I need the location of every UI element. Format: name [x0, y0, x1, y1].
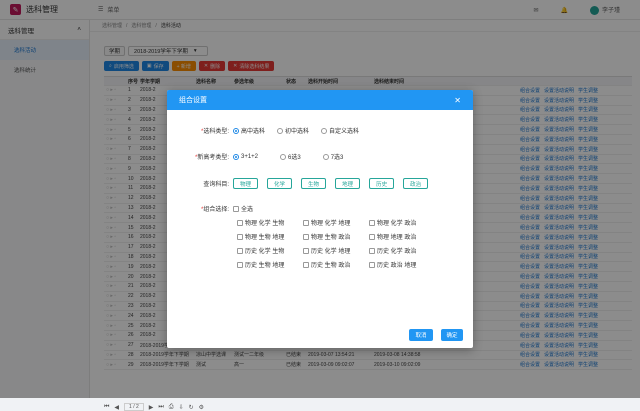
combo-label: 物理 化学 地理	[311, 221, 351, 227]
checkbox-icon	[237, 261, 243, 268]
selection-type-row: *选科类型: 高中选科 初中选科 自定义选科	[167, 126, 371, 135]
combo-checkbox[interactable]: 历史 化学 政治	[369, 246, 416, 255]
radio-checked-icon	[233, 153, 239, 160]
combo-label: 物理 化学 生物	[245, 221, 285, 227]
page-total: 2	[135, 404, 139, 410]
radio-custom[interactable]: 自定义选科	[321, 126, 359, 135]
radio-3-1-2[interactable]: 3+1+2	[233, 153, 259, 160]
combo-checkbox[interactable]: 物理 地理 政治	[369, 232, 416, 241]
combo-label: 历史 化学 生物	[245, 249, 285, 255]
checkbox-icon	[369, 219, 375, 226]
close-icon[interactable]: ✕	[454, 96, 461, 105]
combo-checkbox[interactable]: 历史 政治 地理	[369, 260, 416, 269]
dialog-title: 组合设置	[179, 97, 207, 104]
prev-page-icon[interactable]: ◀	[114, 404, 119, 411]
radio-icon	[321, 127, 328, 134]
subject-history[interactable]: 历史	[369, 178, 395, 189]
next-page-icon[interactable]: ▶	[149, 404, 154, 411]
subject-biology[interactable]: 生物	[301, 178, 327, 189]
combo-label: 历史 生物 政治	[311, 263, 351, 269]
subject-label: 查询科目:	[203, 182, 229, 188]
combo-row: *组合选择: 全选	[167, 204, 265, 213]
pagination: ⏮ ◀ 1 / 2 ▶ ⏭ ⎙ ⇩ ↻ ⚙	[104, 403, 204, 411]
combo-checkbox[interactable]: 历史 化学 生物	[237, 246, 284, 255]
subject-row: 查询科目: 物理 化学 生物 地理 历史 政治	[167, 178, 437, 189]
subject-physics[interactable]: 物理	[233, 178, 259, 189]
cancel-button[interactable]: 取消	[409, 329, 433, 341]
subject-politics[interactable]: 政治	[403, 178, 429, 189]
subject-geography[interactable]: 地理	[335, 178, 361, 189]
combo-checkbox[interactable]: 历史 生物 地理	[237, 260, 284, 269]
confirm-button[interactable]: 确定	[441, 329, 463, 341]
checkbox-icon	[303, 219, 309, 226]
combo-checkbox[interactable]: 物理 化学 生物	[237, 218, 284, 227]
refresh-icon[interactable]: ↻	[189, 404, 194, 411]
radio-7-choose-3[interactable]: 7选3	[322, 152, 344, 161]
combo-checkbox[interactable]: 物理 化学 政治	[369, 218, 416, 227]
radio-middle-school[interactable]: 初中选科	[277, 126, 309, 135]
print-icon[interactable]: ⎙	[169, 404, 174, 411]
page-number: 1	[129, 404, 132, 410]
checkbox-icon	[237, 247, 243, 254]
radio-label: 初中选科	[285, 129, 310, 135]
checkbox-icon	[369, 233, 375, 240]
checkbox-icon	[233, 205, 239, 212]
radio-icon	[322, 153, 329, 160]
page-input[interactable]: 1 / 2	[124, 403, 144, 411]
checkbox-icon	[237, 233, 243, 240]
subject-chemistry[interactable]: 化学	[267, 178, 293, 189]
radio-label: 自定义选科	[329, 129, 360, 135]
combo-checkbox[interactable]: 物理 生物 政治	[303, 232, 350, 241]
combo-label: 物理 地理 政治	[377, 235, 417, 241]
first-page-icon[interactable]: ⏮	[104, 404, 109, 411]
combo-label: 物理 化学 政治	[377, 221, 417, 227]
combo-label: 历史 化学 政治	[377, 249, 417, 255]
radio-icon	[277, 127, 284, 134]
radio-label: 高中选科	[241, 129, 266, 135]
combo-label: *组合选择:	[200, 207, 229, 213]
checkbox-icon	[303, 247, 309, 254]
combo-checkbox[interactable]: 物理 生物 地理	[237, 232, 284, 241]
selection-type-label: *选科类型:	[200, 129, 229, 135]
export-icon[interactable]: ⇩	[179, 404, 184, 411]
checkbox-icon	[369, 261, 375, 268]
radio-high-school[interactable]: 高中选科	[233, 126, 265, 135]
combo-checkbox[interactable]: 历史 化学 地理	[303, 246, 350, 255]
select-all-label: 全选	[241, 207, 254, 213]
exam-type-label: *新高考类型:	[194, 155, 229, 161]
checkbox-icon	[303, 261, 309, 268]
radio-6-choose-3[interactable]: 6选3	[280, 152, 301, 161]
combo-settings-dialog: 组合设置 ✕ *选科类型: 高中选科 初中选科 自定义选科 *新高考类型: 3+…	[167, 90, 473, 348]
select-all-checkbox[interactable]: 全选	[233, 204, 253, 213]
radio-label: 3+1+2	[241, 153, 259, 160]
settings-icon[interactable]: ⚙	[199, 404, 204, 411]
combo-checkbox[interactable]: 历史 生物 政治	[303, 260, 350, 269]
combo-label: 历史 生物 地理	[245, 263, 285, 269]
combo-checkbox[interactable]: 物理 化学 地理	[303, 218, 350, 227]
checkbox-icon	[303, 233, 309, 240]
last-page-icon[interactable]: ⏭	[158, 404, 163, 411]
combo-label: 物理 生物 地理	[245, 235, 285, 241]
radio-icon	[280, 153, 287, 160]
radio-label: 6选3	[288, 155, 301, 161]
checkbox-icon	[369, 247, 375, 254]
combo-label: 历史 政治 地理	[377, 263, 417, 269]
dialog-header: 组合设置 ✕	[167, 90, 473, 110]
exam-type-row: *新高考类型: 3+1+2 6选3 7选3	[167, 152, 355, 161]
radio-checked-icon	[233, 127, 239, 134]
checkbox-icon	[237, 219, 243, 226]
radio-label: 7选3	[330, 155, 344, 161]
combo-label: 物理 生物 政治	[311, 235, 351, 241]
combo-label: 历史 化学 地理	[311, 249, 351, 255]
